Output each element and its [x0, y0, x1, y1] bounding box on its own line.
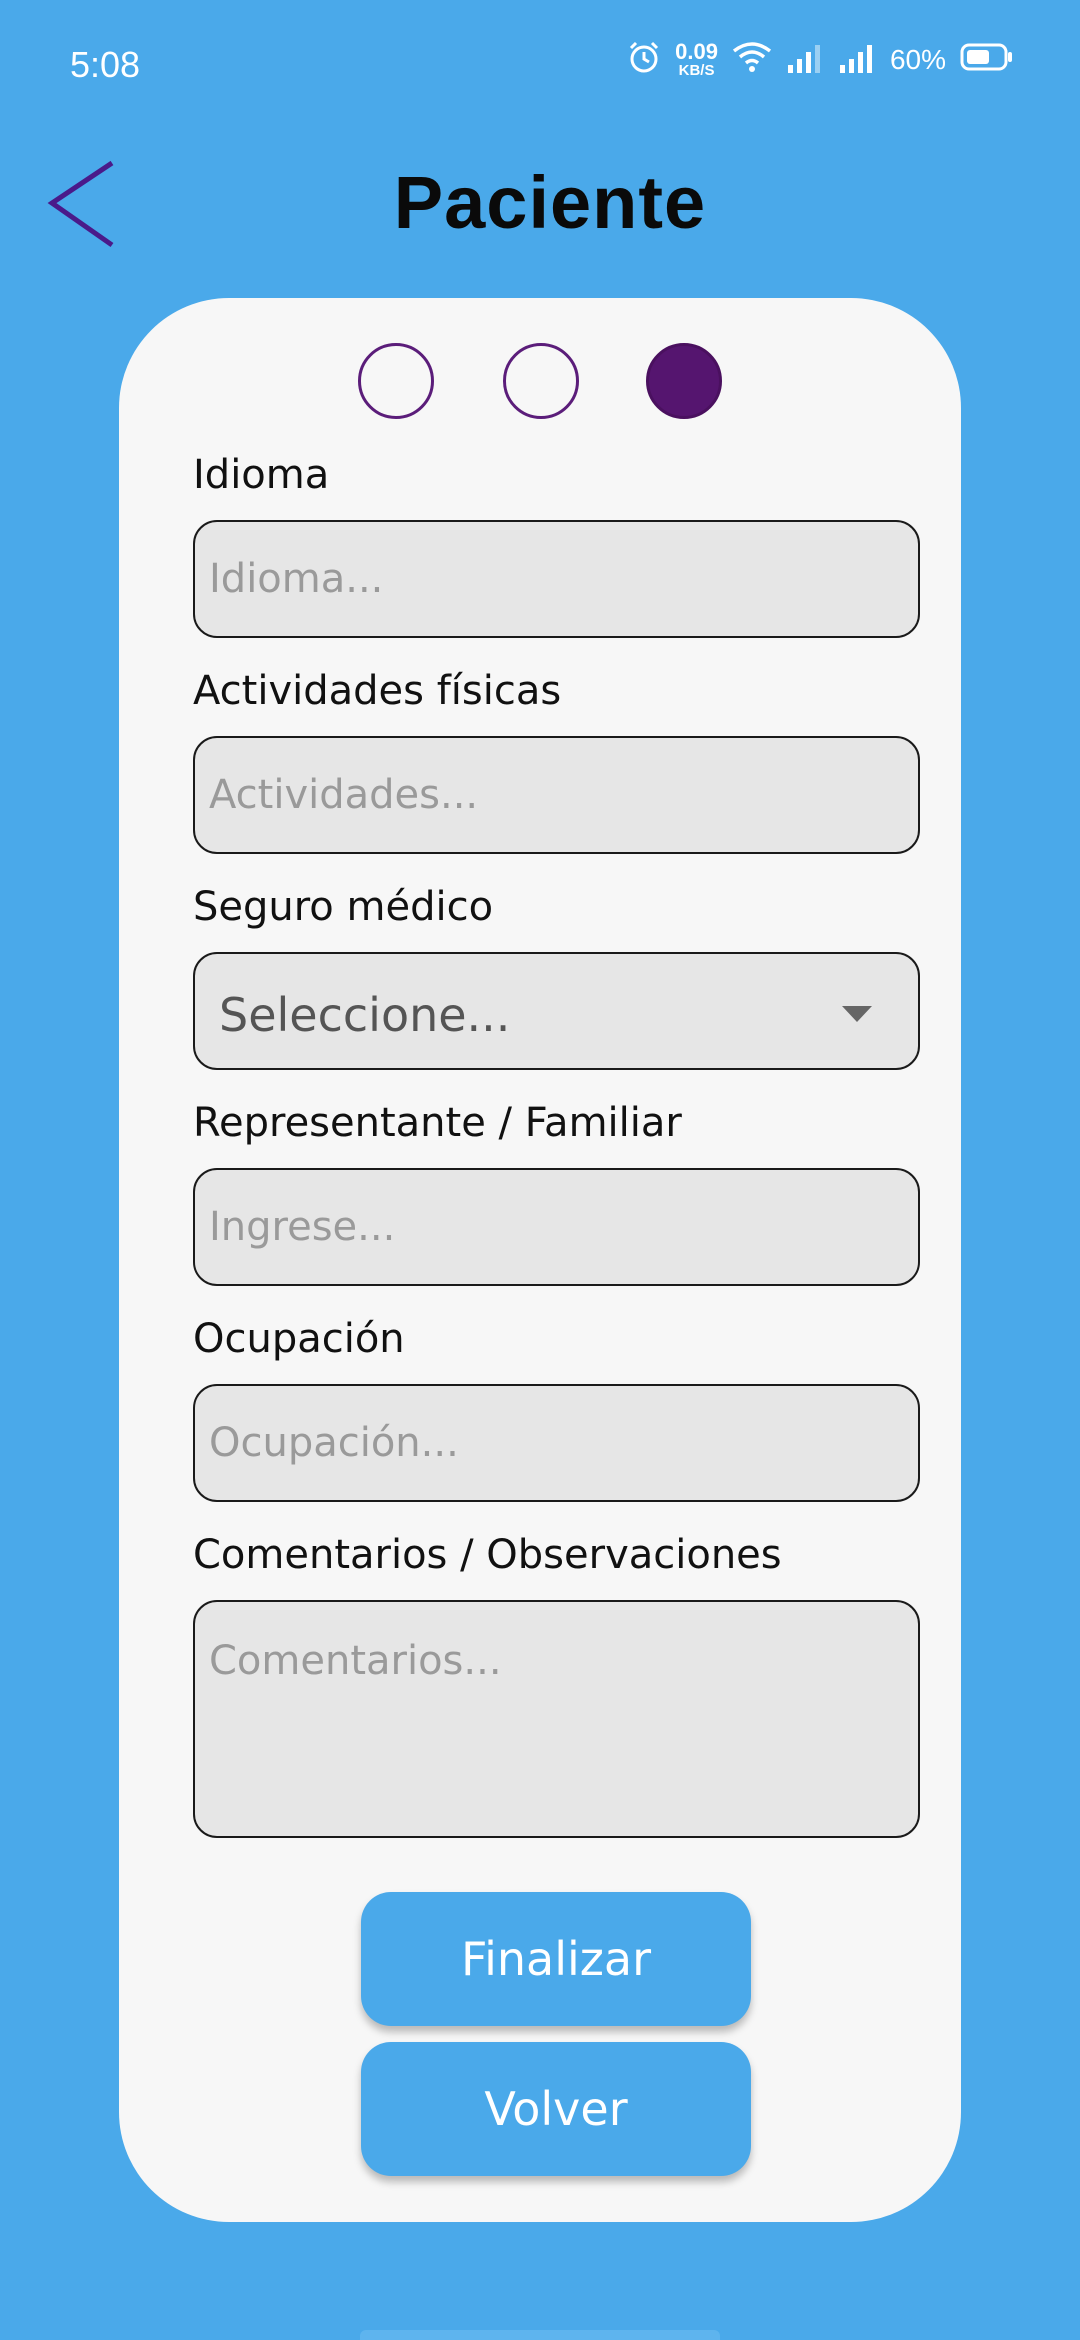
battery-icon — [960, 42, 1014, 77]
patient-form-screen: 5:08 0.09 KB/S 60% Paciente Idioma Idiom… — [0, 0, 1080, 2340]
representante-label: Representante / Familiar — [193, 1100, 682, 1146]
alarm-icon — [627, 40, 661, 79]
seguro-select-value: Seleccione... — [219, 988, 511, 1042]
ocupacion-label: Ocupación — [193, 1316, 405, 1362]
net-speed-unit: KB/S — [678, 62, 715, 79]
comentarios-textarea[interactable] — [193, 1600, 920, 1838]
home-indicator[interactable] — [360, 2330, 720, 2340]
step-indicator — [0, 343, 1080, 419]
step-2-dot — [503, 343, 579, 419]
caret-down-icon — [842, 1006, 872, 1022]
actividades-label: Actividades físicas — [193, 668, 562, 714]
representante-input[interactable] — [193, 1168, 920, 1286]
battery-percent: 60% — [889, 43, 946, 75]
comentarios-label: Comentarios / Observaciones — [193, 1532, 782, 1578]
page-title: Paciente — [393, 161, 707, 244]
idioma-input[interactable] — [193, 520, 920, 638]
status-time: 5:08 — [70, 44, 141, 85]
actividades-input[interactable] — [193, 736, 920, 854]
signal-icon — [838, 41, 876, 78]
wifi-icon — [732, 41, 772, 78]
ocupacion-input[interactable] — [193, 1384, 920, 1502]
status-icons: 0.09 KB/S 60% — [627, 40, 1014, 79]
back-nav-button[interactable]: Volver — [361, 2042, 751, 2176]
idioma-label: Idioma — [193, 452, 330, 498]
net-speed-value: 0.09 — [675, 39, 718, 64]
signal-icon — [786, 41, 824, 78]
step-1-dot — [358, 343, 434, 419]
net-speed: 0.09 KB/S — [675, 39, 718, 79]
seguro-label: Seguro médico — [193, 884, 494, 930]
finish-button[interactable]: Finalizar — [361, 1892, 751, 2026]
step-3-dot-active — [646, 343, 722, 419]
seguro-select[interactable]: Seleccione... — [193, 952, 920, 1070]
